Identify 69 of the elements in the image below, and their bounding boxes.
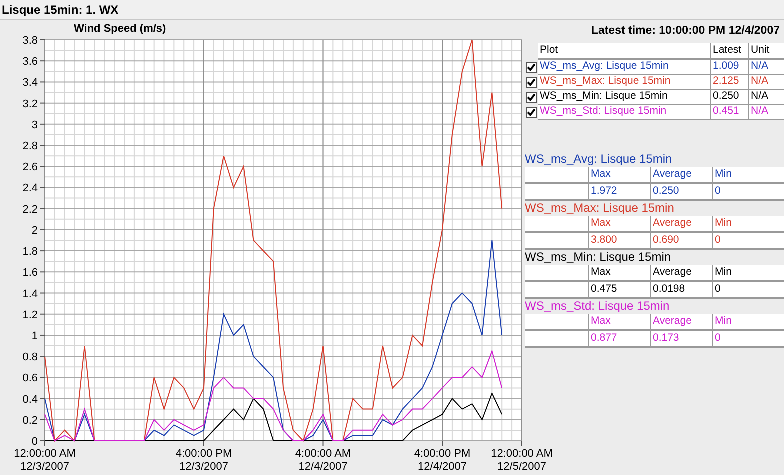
y-tick-label: 1.8 [22, 246, 38, 258]
y-tick-label: 3.2 [22, 98, 38, 110]
y-tick-label: 2.8 [22, 140, 38, 153]
column-header: Max [589, 264, 651, 281]
x-tick-label: 4:00:00 AM 12/4/2007 [295, 448, 352, 473]
column-header: Unit [750, 42, 770, 58]
x-tick-label: 4:00:00 PM 12/3/2007 [176, 448, 232, 473]
stat-value: 0.475 [589, 282, 651, 298]
y-tick-label: 3 [32, 119, 38, 132]
y-tick-label: 1.6 [22, 267, 38, 280]
y-tick-label: 2.6 [22, 162, 38, 174]
stat-value: 0 [714, 330, 721, 346]
unit-value: N/A [750, 104, 769, 120]
stat-value: 0.250 [651, 184, 713, 200]
stat-value: 1.972 [589, 184, 651, 200]
column-header: Max [589, 314, 651, 330]
unit-value: N/A [750, 74, 769, 90]
column-header: Min [714, 314, 732, 329]
unit-value: N/A [750, 59, 769, 74]
stat-value: 0 [714, 232, 721, 248]
column-header: Latest [711, 42, 749, 59]
y-tick-label: 1.4 [22, 288, 38, 300]
x-tick-label: 12:00:00 AM 12/3/2007 [14, 448, 76, 473]
checkbox[interactable] [526, 62, 537, 74]
column-header: Min [714, 216, 732, 231]
stat-value: 0 [714, 184, 721, 199]
y-tick-label: 0.2 [22, 414, 38, 427]
x-tick-label: 12:00:00 AM 12/5/2007 [491, 448, 553, 473]
stat-value: 0.690 [651, 232, 713, 249]
checkbox[interactable] [526, 77, 537, 88]
checkbox[interactable] [526, 107, 537, 118]
stats-title: WS_ms_Max: Lisque 15min [525, 201, 676, 216]
column-header: Average [651, 216, 713, 232]
stats-title: WS_ms_Min: Lisque 15min [525, 250, 672, 266]
stat-value: 0.0198 [651, 282, 713, 298]
y-tick-label: 0.6 [22, 372, 38, 385]
stats-title: WS_ms_Avg: Lisque 15min [525, 152, 674, 168]
x-tick-label: 4:00:00 PM 12/4/2007 [414, 448, 471, 473]
y-tick-label: 0.8 [22, 352, 38, 364]
y-tick-label: 2 [32, 224, 38, 237]
y-tick-label: 3.8 [22, 35, 38, 47]
column-header: Average [651, 166, 713, 183]
stat-value: 0 [714, 282, 721, 297]
column-header: Max [589, 216, 651, 232]
column-header: Average [651, 314, 713, 330]
y-tick-label: 0 [32, 436, 38, 448]
checkbox[interactable] [526, 92, 537, 104]
column-header: Min [714, 166, 732, 182]
chart-title: Wind Speed (m/s) [74, 23, 166, 35]
stat-value: 0.877 [589, 330, 651, 347]
stats-title: WS_ms_Std: Lisque 15min [525, 299, 671, 314]
column-header: Max [589, 166, 651, 183]
y-tick-label: 1.2 [22, 309, 38, 322]
column-header: Average [651, 264, 713, 281]
stat-value: 0.173 [651, 330, 713, 347]
column-header: Plot [538, 42, 711, 59]
column-header: Min [714, 264, 732, 280]
y-tick-label: 2.4 [22, 182, 38, 195]
y-tick-label: 2.2 [22, 204, 38, 216]
y-tick-label: 1 [32, 330, 38, 342]
latest-time: Latest time: 10:00:00 PM 12/4/2007 [591, 24, 781, 39]
plot-name: WS_ms_Std: Lisque 15min [538, 104, 711, 120]
y-tick-label: 3.6 [22, 56, 38, 68]
window-title: Lisque 15min: 1. WX [0, 0, 784, 20]
latest-value: 0.451 [711, 104, 749, 120]
y-tick-label: 0.4 [22, 394, 38, 406]
y-tick-label: 3.4 [22, 77, 38, 90]
unit-value: N/A [750, 89, 769, 104]
stat-value: 3.800 [589, 232, 651, 249]
